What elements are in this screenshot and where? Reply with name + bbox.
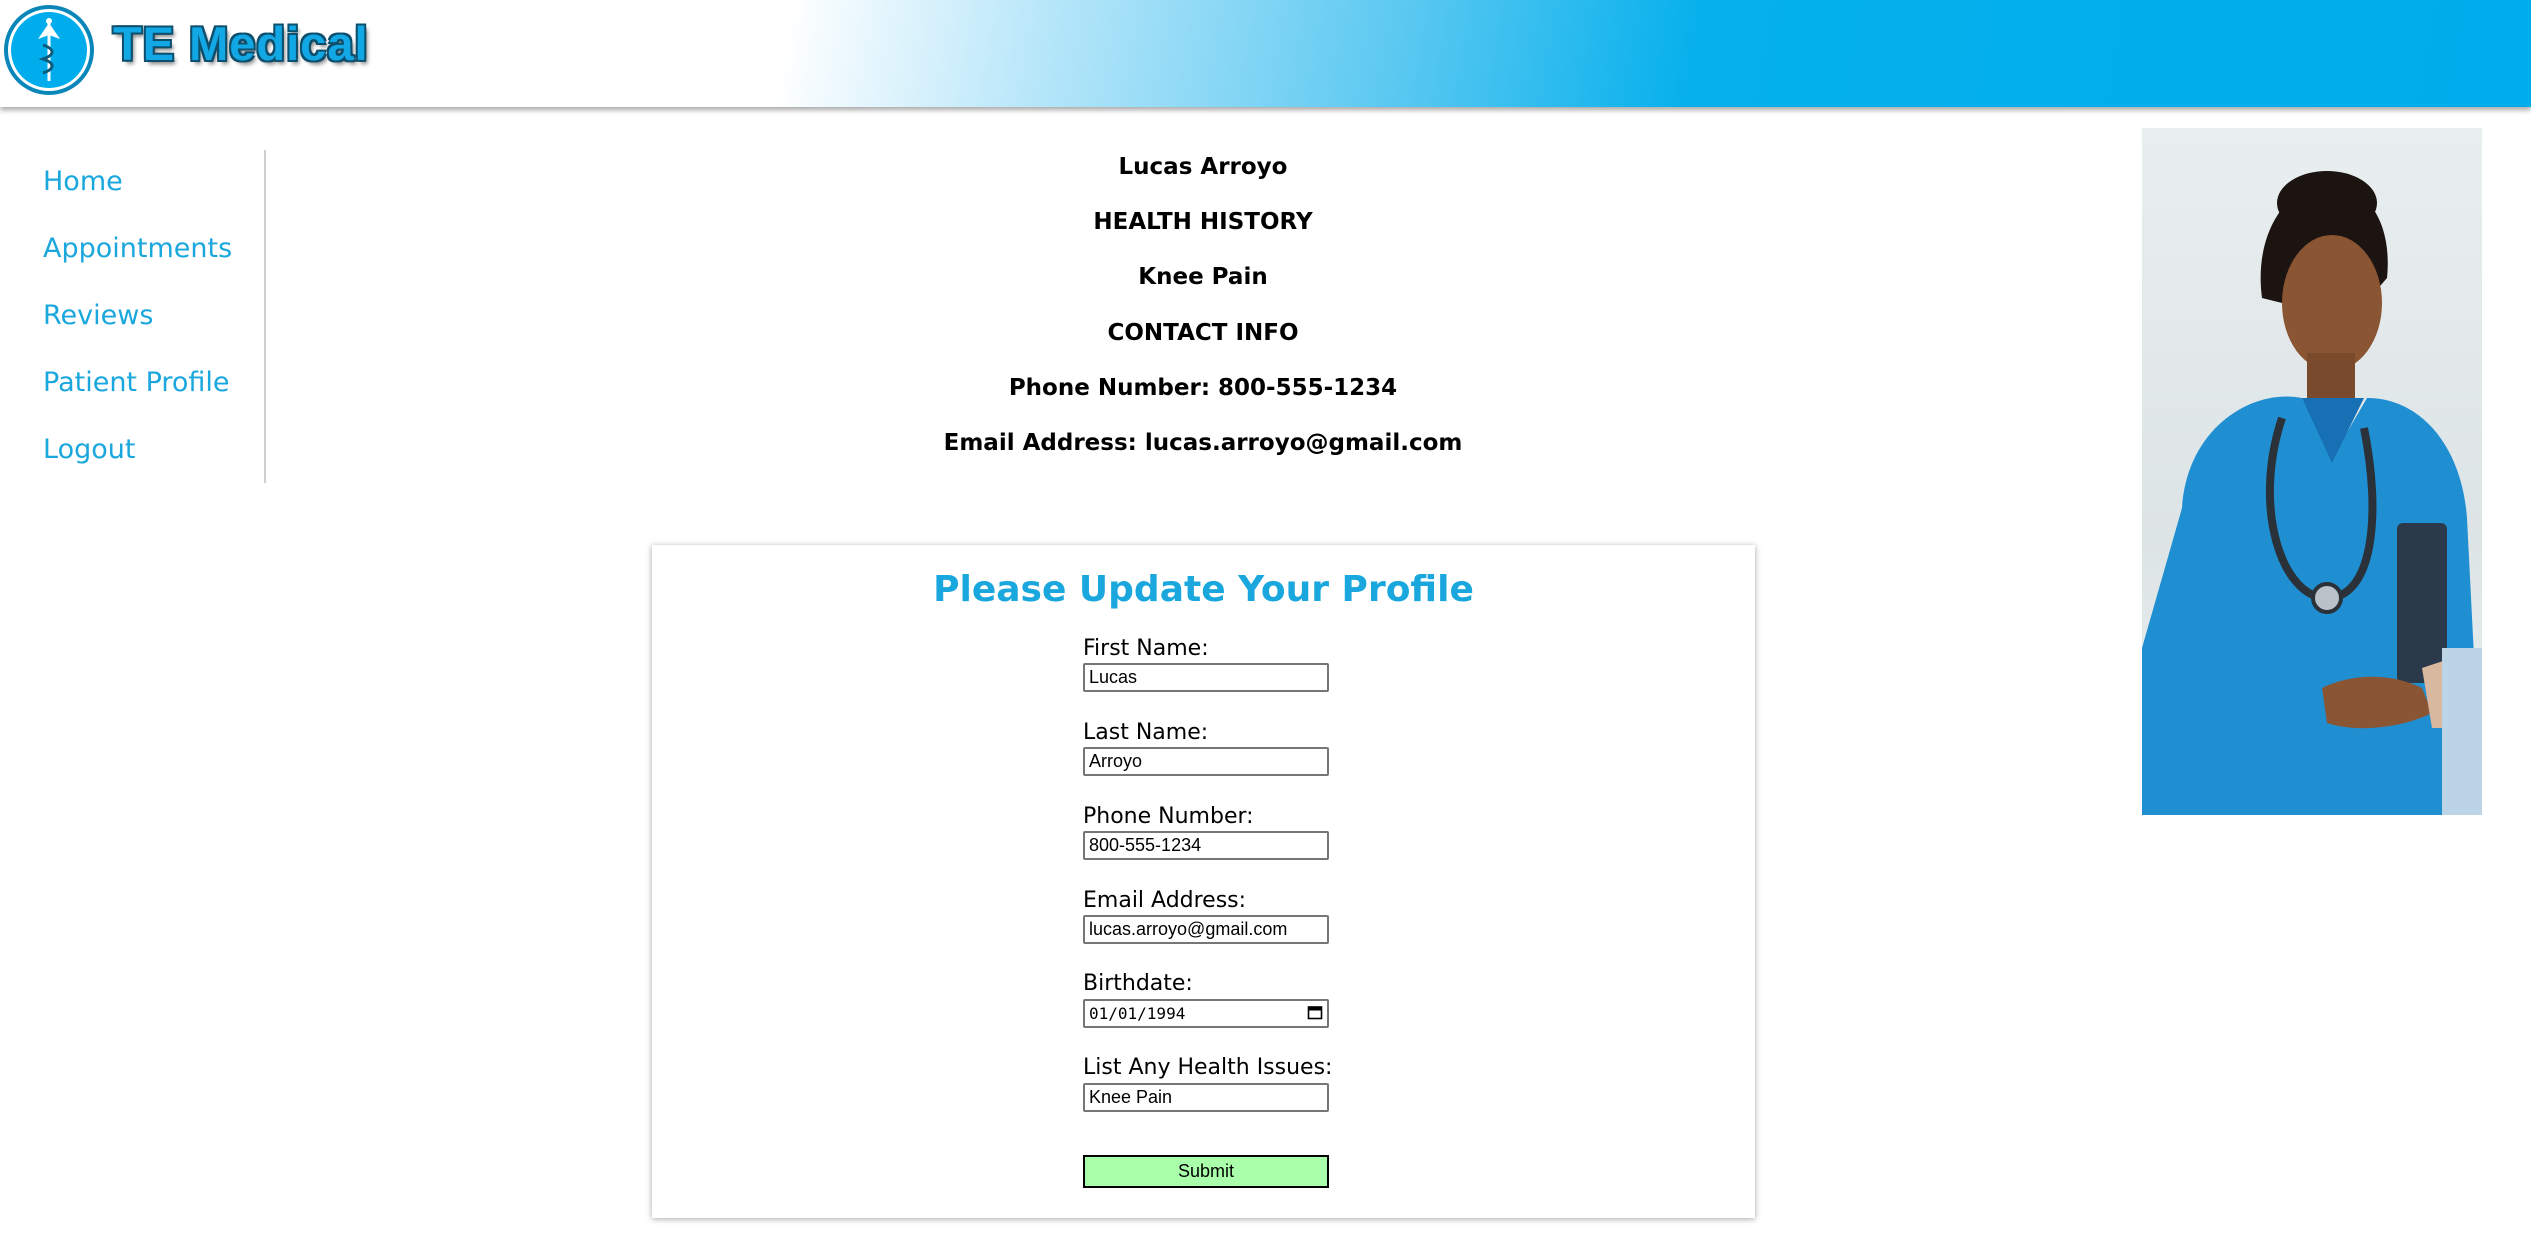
nav-home-link[interactable]: Home [43, 166, 123, 197]
phone-number-text: Phone Number: 800-555-1234 [1008, 375, 1398, 401]
calendar-icon[interactable] [1307, 1004, 1323, 1020]
sidebar-nav: Home Appointments Reviews Patient Profil… [0, 150, 266, 483]
health-issues-label: List Any Health Issues: [1083, 1055, 1333, 1080]
header-banner: TE Medical [0, 0, 2531, 107]
nurse-photo [2142, 128, 2482, 815]
health-history-heading: HEALTH HISTORY [1093, 209, 1313, 235]
first-name-input[interactable]: Lucas [1083, 663, 1329, 692]
form-title: Please Update Your Profile [933, 569, 1474, 610]
health-issues-input[interactable]: Knee Pain [1083, 1083, 1329, 1112]
caduceus-logo-icon [8, 9, 90, 91]
contact-info-heading: CONTACT INFO [1107, 320, 1299, 346]
nav-patient-profile-link[interactable]: Patient Profile [43, 367, 230, 398]
phone-number-label: Phone Number: [1083, 804, 1254, 829]
patient-name: Lucas Arroyo [1118, 154, 1288, 180]
email-address-input[interactable]: lucas.arroyo@gmail.com [1083, 915, 1329, 944]
submit-button[interactable]: Submit [1083, 1155, 1329, 1188]
last-name-input[interactable]: Arroyo [1083, 747, 1329, 776]
update-profile-form: Please Update Your Profile First Name: L… [652, 545, 1755, 1218]
email-address-text: Email Address: lucas.arroyo@gmail.com [943, 430, 1463, 456]
nav-appointments-link[interactable]: Appointments [43, 233, 232, 264]
last-name-label: Last Name: [1083, 720, 1209, 745]
phone-number-input[interactable]: 800-555-1234 [1083, 831, 1329, 860]
email-address-label: Email Address: [1083, 888, 1247, 913]
nav-logout-link[interactable]: Logout [43, 434, 135, 465]
nav-reviews-link[interactable]: Reviews [43, 300, 153, 331]
first-name-label: First Name: [1083, 636, 1209, 661]
brand-name: TE Medical [113, 17, 369, 70]
birthdate-input[interactable]: 01/01/1994 [1083, 999, 1329, 1028]
birthdate-label: Birthdate: [1083, 971, 1193, 996]
health-issue-text: Knee Pain [1138, 264, 1268, 290]
birthdate-value: 01/01/1994 [1089, 1004, 1186, 1023]
